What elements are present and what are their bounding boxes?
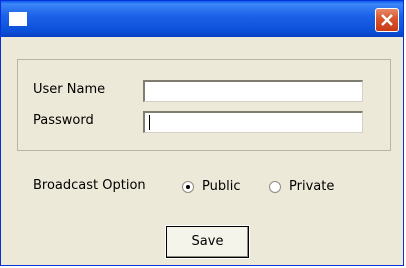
radio-selected-dot	[186, 185, 190, 189]
text-cursor	[149, 115, 150, 130]
public-radio-label[interactable]: Public	[202, 179, 240, 195]
credentials-group	[17, 59, 391, 151]
close-icon	[381, 14, 393, 26]
close-button[interactable]	[375, 8, 399, 32]
title-bar[interactable]	[1, 1, 403, 37]
username-label: User Name	[33, 82, 106, 97]
username-field[interactable]	[143, 80, 363, 102]
password-label: Password	[33, 113, 94, 128]
window-icon	[9, 12, 27, 26]
password-field[interactable]	[143, 111, 363, 133]
private-radio-label[interactable]: Private	[289, 179, 334, 195]
public-radio[interactable]	[182, 181, 194, 193]
private-radio[interactable]	[269, 181, 281, 193]
dialog-window: User Name Password Broadcast Option Publ…	[0, 0, 404, 266]
save-button[interactable]: Save	[165, 225, 250, 259]
broadcast-option-label: Broadcast Option	[33, 178, 146, 193]
